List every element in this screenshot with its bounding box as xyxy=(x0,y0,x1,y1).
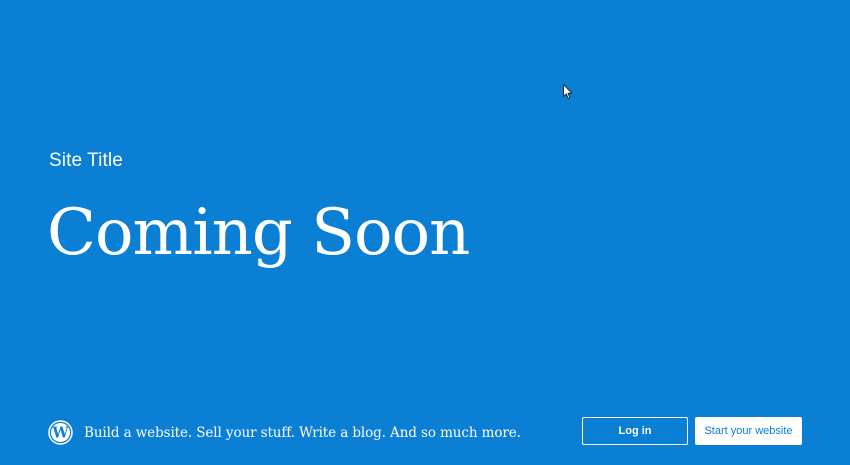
login-button[interactable]: Log in xyxy=(582,417,688,445)
wordpress-logo-icon[interactable]: W xyxy=(48,420,73,445)
site-title: Site Title xyxy=(49,150,123,171)
svg-text:W: W xyxy=(51,425,69,442)
mouse-pointer-icon xyxy=(563,84,573,99)
footer-bar: W Build a website. Sell your stuff. Writ… xyxy=(0,410,850,455)
coming-soon-headline: Coming Soon xyxy=(47,196,470,270)
start-your-website-button[interactable]: Start your website xyxy=(695,417,802,445)
footer-tagline: Build a website. Sell your stuff. Write … xyxy=(84,425,521,441)
